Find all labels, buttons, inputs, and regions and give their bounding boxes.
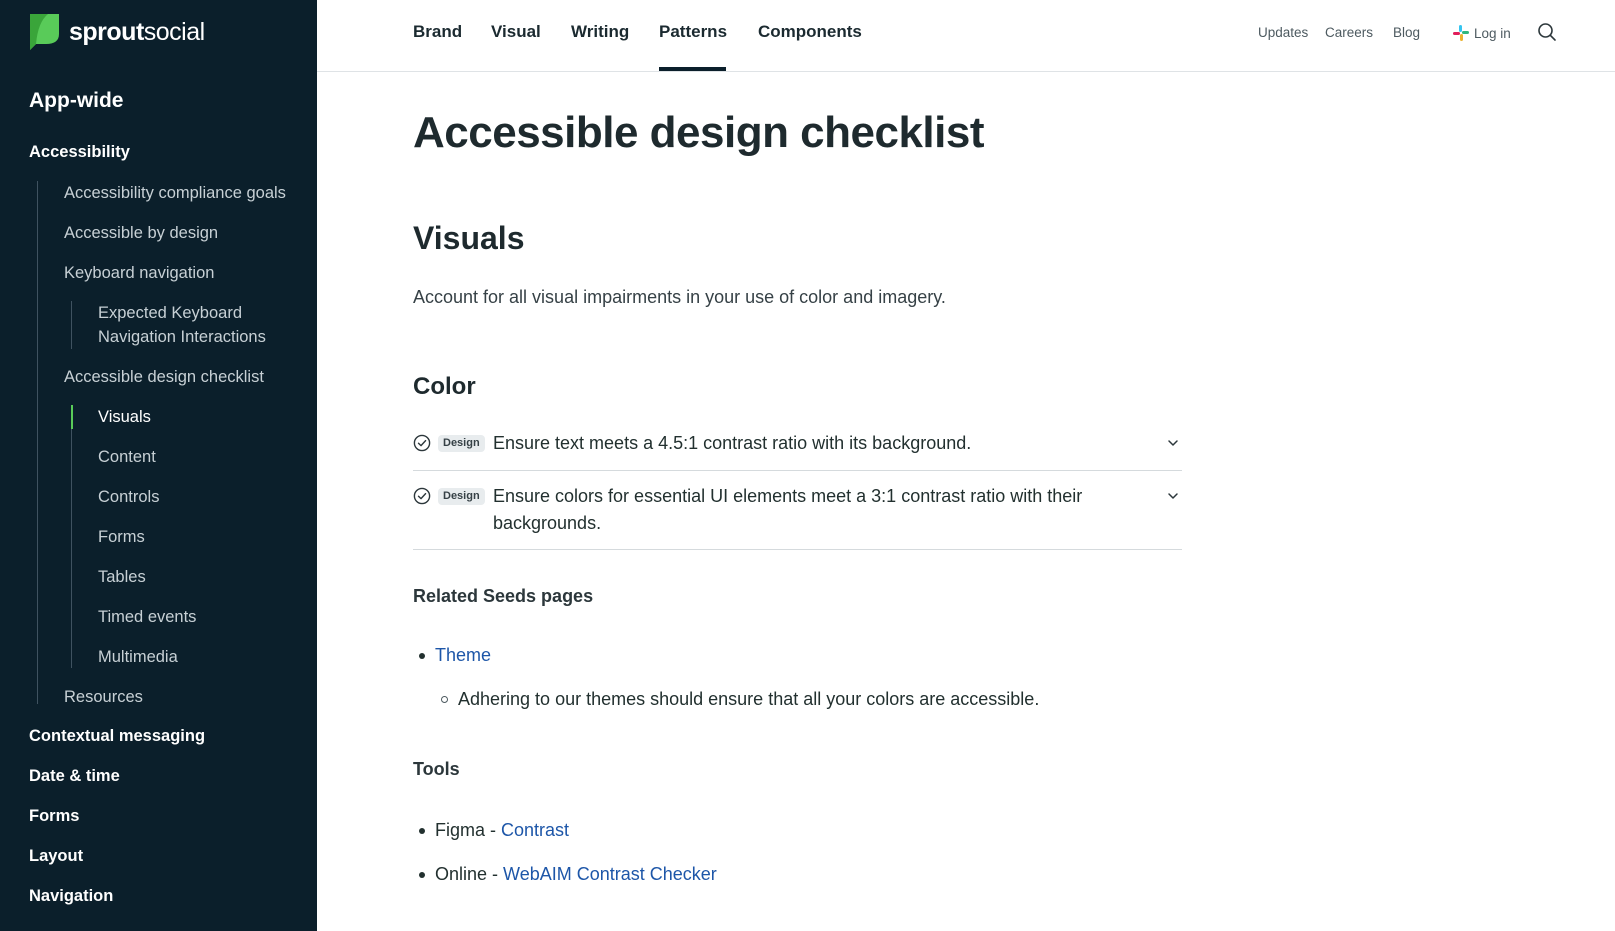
webaim-link[interactable]: WebAIM Contrast Checker: [503, 864, 717, 885]
chevron-down-icon[interactable]: [1166, 489, 1180, 503]
search-icon[interactable]: [1537, 22, 1557, 42]
sidebar-item-navigation[interactable]: Navigation: [29, 887, 113, 906]
checklist-text: Ensure colors for essential UI elements …: [493, 486, 1083, 533]
page-title: Accessible design checklist: [413, 108, 985, 157]
sidebar-item-timed-events[interactable]: Timed events: [98, 605, 298, 629]
nav-writing[interactable]: Writing: [571, 22, 629, 42]
sidebar-item-forms[interactable]: Forms: [29, 807, 79, 826]
login-button[interactable]: Log in: [1453, 25, 1511, 41]
section-heading: Visuals: [413, 220, 525, 256]
check-circle-icon: [413, 487, 431, 505]
tree-line: [71, 405, 72, 668]
sidebar-item-date-time[interactable]: Date & time: [29, 767, 120, 786]
checklist-item[interactable]: Design Ensure text meets a 4.5:1 contras…: [413, 430, 1182, 471]
check-circle-icon: [413, 434, 431, 452]
sidebar-item-keyboard-interactions[interactable]: Expected Keyboard Navigation Interaction…: [98, 301, 298, 349]
bullet-circle: [441, 696, 448, 703]
sidebar-item-accessibility[interactable]: Accessibility: [29, 143, 130, 162]
sidebar-item-visuals[interactable]: Visuals: [98, 405, 298, 429]
bullet-dot: [419, 652, 425, 659]
list-item: Theme: [419, 645, 491, 666]
sidebar-item-tables[interactable]: Tables: [98, 565, 298, 589]
link-blog[interactable]: Blog: [1393, 25, 1420, 40]
subsection-heading: Color: [413, 373, 476, 400]
tree-line: [71, 301, 72, 349]
section-intro: Account for all visual impairments in yo…: [413, 287, 946, 307]
sidebar-item-layout[interactable]: Layout: [29, 847, 83, 866]
theme-link[interactable]: Theme: [435, 645, 491, 666]
related-heading: Related Seeds pages: [413, 586, 594, 606]
checklist-item[interactable]: Design Ensure colors for essential UI el…: [413, 483, 1182, 550]
link-careers[interactable]: Careers: [1325, 25, 1373, 40]
list-item: Figma - Contrast: [419, 820, 569, 841]
active-indicator: [71, 405, 73, 429]
brand-wordmark: sproutsocial: [69, 17, 205, 46]
sidebar-item-design-checklist[interactable]: Accessible design checklist: [64, 365, 264, 389]
sidebar-item-content[interactable]: Content: [98, 445, 298, 469]
sidebar-item-accessible-by-design[interactable]: Accessible by design: [64, 221, 218, 245]
sidebar-section-title: App-wide: [29, 89, 124, 112]
tree-line: [37, 181, 38, 704]
chevron-down-icon[interactable]: [1166, 436, 1180, 450]
sidebar-item-compliance-goals[interactable]: Accessibility compliance goals: [64, 181, 286, 205]
sprout-social-logo[interactable]: sproutsocial: [28, 14, 205, 50]
sidebar-item-contextual-messaging[interactable]: Contextual messaging: [29, 727, 205, 746]
sidebar-item-forms-sub[interactable]: Forms: [98, 525, 298, 549]
list-item: Online - WebAIM Contrast Checker: [419, 864, 717, 885]
list-item: Adhering to our themes should ensure tha…: [441, 689, 1039, 710]
bullet-dot: [419, 827, 425, 834]
tool-prefix: Online -: [435, 864, 504, 884]
tools-heading: Tools: [413, 759, 460, 779]
checklist-text: Ensure text meets a 4.5:1 contrast ratio…: [493, 433, 972, 453]
nav-active-underline: [659, 67, 726, 71]
sidebar-item-resources[interactable]: Resources: [64, 685, 143, 709]
sidebar-item-controls[interactable]: Controls: [98, 485, 298, 509]
design-badge: Design: [438, 488, 485, 505]
nav-components[interactable]: Components: [758, 22, 862, 42]
tool-prefix: Figma -: [435, 820, 502, 840]
nav-brand[interactable]: Brand: [413, 22, 462, 42]
related-note: Adhering to our themes should ensure tha…: [458, 689, 1040, 709]
design-badge: Design: [438, 435, 485, 452]
nav-visual[interactable]: Visual: [491, 22, 541, 42]
sidebar-item-keyboard-navigation[interactable]: Keyboard navigation: [64, 261, 214, 285]
sidebar-item-multimedia[interactable]: Multimedia: [98, 645, 298, 669]
nav-patterns[interactable]: Patterns: [659, 22, 727, 42]
contrast-link[interactable]: Contrast: [501, 820, 569, 841]
link-updates[interactable]: Updates: [1258, 25, 1308, 40]
sprout-leaf-icon: [30, 14, 59, 50]
login-label: Log in: [1474, 25, 1511, 41]
bullet-dot: [419, 871, 425, 878]
slack-icon: [1453, 25, 1469, 41]
sidebar: sproutsocial App-wide Accessibility Acce…: [0, 0, 317, 931]
